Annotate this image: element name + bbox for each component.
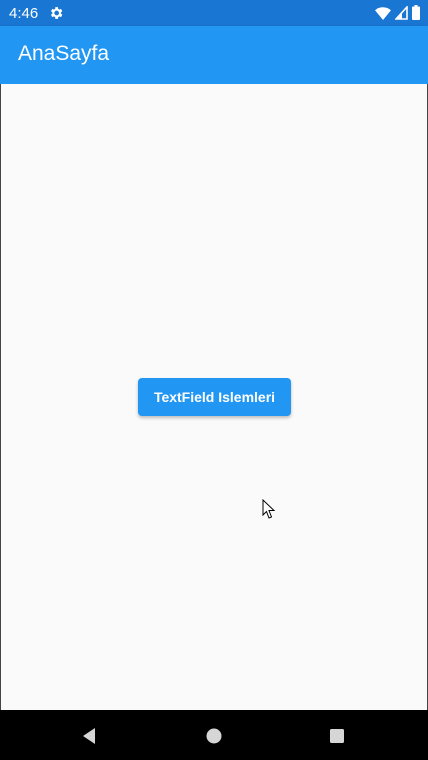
mouse-cursor-icon (262, 499, 276, 519)
textfield-islemleri-button[interactable]: TextField Islemleri (138, 378, 291, 416)
recents-icon[interactable] (326, 725, 348, 747)
home-icon[interactable] (203, 725, 225, 747)
navigation-bar (0, 710, 428, 760)
signal-icon (395, 5, 408, 20)
status-time: 4:46 (9, 5, 39, 22)
status-bar: 4:46 (0, 0, 428, 26)
page-title: AnaSayfa (18, 42, 110, 65)
wifi-icon (375, 6, 391, 20)
battery-icon (412, 5, 420, 20)
back-icon[interactable] (79, 725, 101, 747)
gear-icon (51, 7, 63, 19)
app-bar: AnaSayfa (0, 26, 428, 84)
